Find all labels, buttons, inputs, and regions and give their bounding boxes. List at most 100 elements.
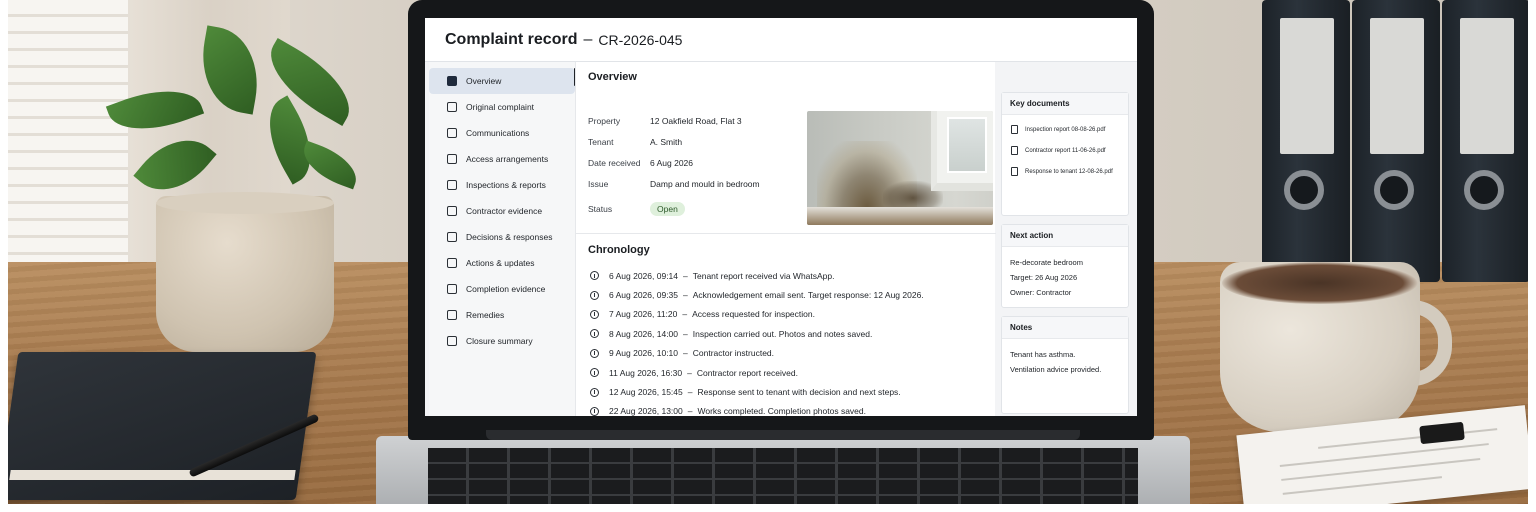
list-item[interactable]: 22 Aug 2026, 13:00 – Works completed. Co…	[590, 402, 990, 416]
list-item[interactable]: 7 Aug 2026, 11:20 – Access requested for…	[590, 305, 990, 324]
entry-dash: –	[683, 328, 688, 339]
binder	[1262, 0, 1350, 282]
field-label: Status	[588, 204, 613, 214]
list-item[interactable]: 9 Aug 2026, 10:10 – Contractor instructe…	[590, 344, 990, 363]
pdf-file-icon	[1011, 125, 1018, 134]
next-action-target: Target: 26 Aug 2026	[1010, 273, 1078, 282]
sidebar-item-remedies[interactable]: Remedies	[429, 302, 575, 328]
binder-ring	[1374, 170, 1414, 210]
document-link[interactable]: Response to tenant 12-08-26.pdf	[1002, 161, 1128, 182]
record-id: CR-2026-045	[598, 31, 683, 48]
section-divider	[576, 233, 996, 234]
page-title: Complaint record	[445, 30, 578, 48]
sidebar-item-actions-updates[interactable]: Actions & updates	[429, 250, 575, 276]
list-item[interactable]: 6 Aug 2026, 09:14 – Tenant report receiv…	[590, 266, 990, 285]
entry-text: Contractor report received.	[696, 367, 798, 378]
entry-text: Contractor instructed.	[692, 348, 775, 359]
issue-value: Damp and mould in bedroom	[650, 179, 760, 189]
status-badge: Open	[650, 202, 685, 216]
sidebar-item-label: Overview	[466, 76, 502, 86]
card-body: Tenant has asthma. Ventilation advice pr…	[1002, 339, 1128, 385]
sidebar-item-access-arrangements[interactable]: Access arrangements	[429, 146, 575, 172]
sidebar-item-completion-evidence[interactable]: Completion evidence	[429, 276, 575, 302]
paper-line	[1279, 443, 1489, 468]
remedies-icon	[447, 310, 457, 320]
timeline-icon	[590, 368, 599, 378]
timeline-icon	[590, 348, 599, 358]
binder-label	[1460, 18, 1514, 154]
next-action-task: Re-decorate bedroom	[1010, 258, 1083, 267]
entry-dash: –	[687, 406, 693, 416]
tenant-row: Tenant A. Smith	[588, 137, 682, 147]
home-icon	[447, 76, 457, 86]
sidebar-item-label: Communications	[466, 128, 530, 138]
timeline-icon	[590, 387, 599, 397]
plant-pot	[156, 196, 334, 352]
entry-dash: –	[687, 387, 693, 398]
sidebar-item-decisions-responses[interactable]: Decisions & responses	[429, 224, 575, 250]
binder-label	[1280, 18, 1334, 154]
laptop-hinge	[486, 430, 1080, 440]
skirting-board	[807, 207, 993, 225]
entry-text: Inspection carried out. Photos and notes…	[692, 328, 873, 339]
entry-text: Acknowledgement email sent. Target respo…	[692, 290, 924, 301]
title-separator: –	[583, 30, 593, 48]
window-glass	[947, 117, 987, 173]
sidebar-item-label: Remedies	[466, 310, 505, 320]
sidebar-item-label: Decisions & responses	[466, 232, 553, 242]
clipboard-icon	[447, 102, 457, 112]
card-heading: Next action	[1002, 225, 1128, 247]
laptop-screen: Complaint record – CR-2026-045 Overview …	[425, 18, 1137, 416]
binder	[1442, 0, 1530, 282]
issue-row: Issue Damp and mould in bedroom	[588, 179, 760, 189]
document-link[interactable]: Contractor report 11-06-26.pdf	[1002, 140, 1128, 161]
binder-ring	[1464, 170, 1504, 210]
list-item[interactable]: 6 Aug 2026, 09:35 – Acknowledgement emai…	[590, 285, 990, 304]
date-received-value: 6 Aug 2026	[650, 158, 694, 168]
entry-dash: –	[687, 367, 692, 378]
sidebar-item-contractor-evidence[interactable]: Contractor evidence	[429, 198, 575, 224]
sidebar-item-label: Inspections & reports	[466, 180, 546, 190]
sidebar-item-overview[interactable]: Overview	[429, 68, 575, 94]
entry-time: 9 Aug 2026, 10:10	[609, 348, 679, 359]
notes-card: Notes Tenant has asthma. Ventilation adv…	[1001, 316, 1129, 414]
timeline-icon	[590, 329, 599, 339]
list-item[interactable]: 8 Aug 2026, 14:00 – Inspection carried o…	[590, 324, 990, 343]
damp-mould-photo[interactable]	[807, 111, 993, 225]
note-line: Tenant has asthma.	[1010, 350, 1076, 359]
sidebar-item-inspections-reports[interactable]: Inspections & reports	[429, 172, 575, 198]
entry-time: 6 Aug 2026, 09:14	[609, 270, 679, 281]
entry-time: 8 Aug 2026, 14:00	[609, 328, 679, 339]
timeline-icon	[590, 406, 599, 416]
closure-icon	[447, 336, 457, 346]
entry-time: 11 Aug 2026, 16:30	[609, 367, 683, 378]
key-documents-card: Key documents Inspection report 08-08-26…	[1001, 92, 1129, 216]
app-header: Complaint record – CR-2026-045	[425, 18, 1137, 62]
list-item[interactable]: 12 Aug 2026, 15:45 – Response sent to te…	[590, 382, 990, 401]
paper-line	[1282, 476, 1442, 495]
entry-text: Access requested for inspection.	[692, 309, 815, 320]
notebook-pages	[9, 470, 296, 480]
field-label: Tenant	[588, 137, 614, 147]
pdf-file-icon	[1011, 146, 1018, 155]
entry-time: 6 Aug 2026, 09:35	[609, 290, 679, 301]
card-heading: Notes	[1002, 317, 1128, 339]
sidebar-item-label: Original complaint	[466, 102, 535, 112]
keyboard-rows	[428, 448, 1138, 512]
document-link[interactable]: Inspection report 08-08-26.pdf	[1002, 119, 1128, 140]
sidebar-item-closure-summary[interactable]: Closure summary	[429, 328, 575, 354]
document-name: Inspection report 08-08-26.pdf	[1025, 126, 1106, 133]
list-item[interactable]: 11 Aug 2026, 16:30 – Contractor report r…	[590, 363, 990, 382]
sidebar-item-original-complaint[interactable]: Original complaint	[429, 94, 575, 120]
sidebar: Overview Original complaint Communicatio…	[429, 62, 575, 416]
entry-dash: –	[683, 290, 688, 301]
calendar-icon	[447, 154, 457, 164]
sidebar-item-communications[interactable]: Communications	[429, 120, 575, 146]
field-label: Property	[588, 116, 621, 126]
chronology-heading: Chronology	[588, 244, 650, 256]
binder	[1352, 0, 1440, 282]
status-row: Status Open	[588, 202, 685, 216]
document-name: Contractor report 11-06-26.pdf	[1025, 147, 1106, 154]
inspection-icon	[447, 180, 457, 190]
entry-dash: –	[683, 348, 688, 359]
